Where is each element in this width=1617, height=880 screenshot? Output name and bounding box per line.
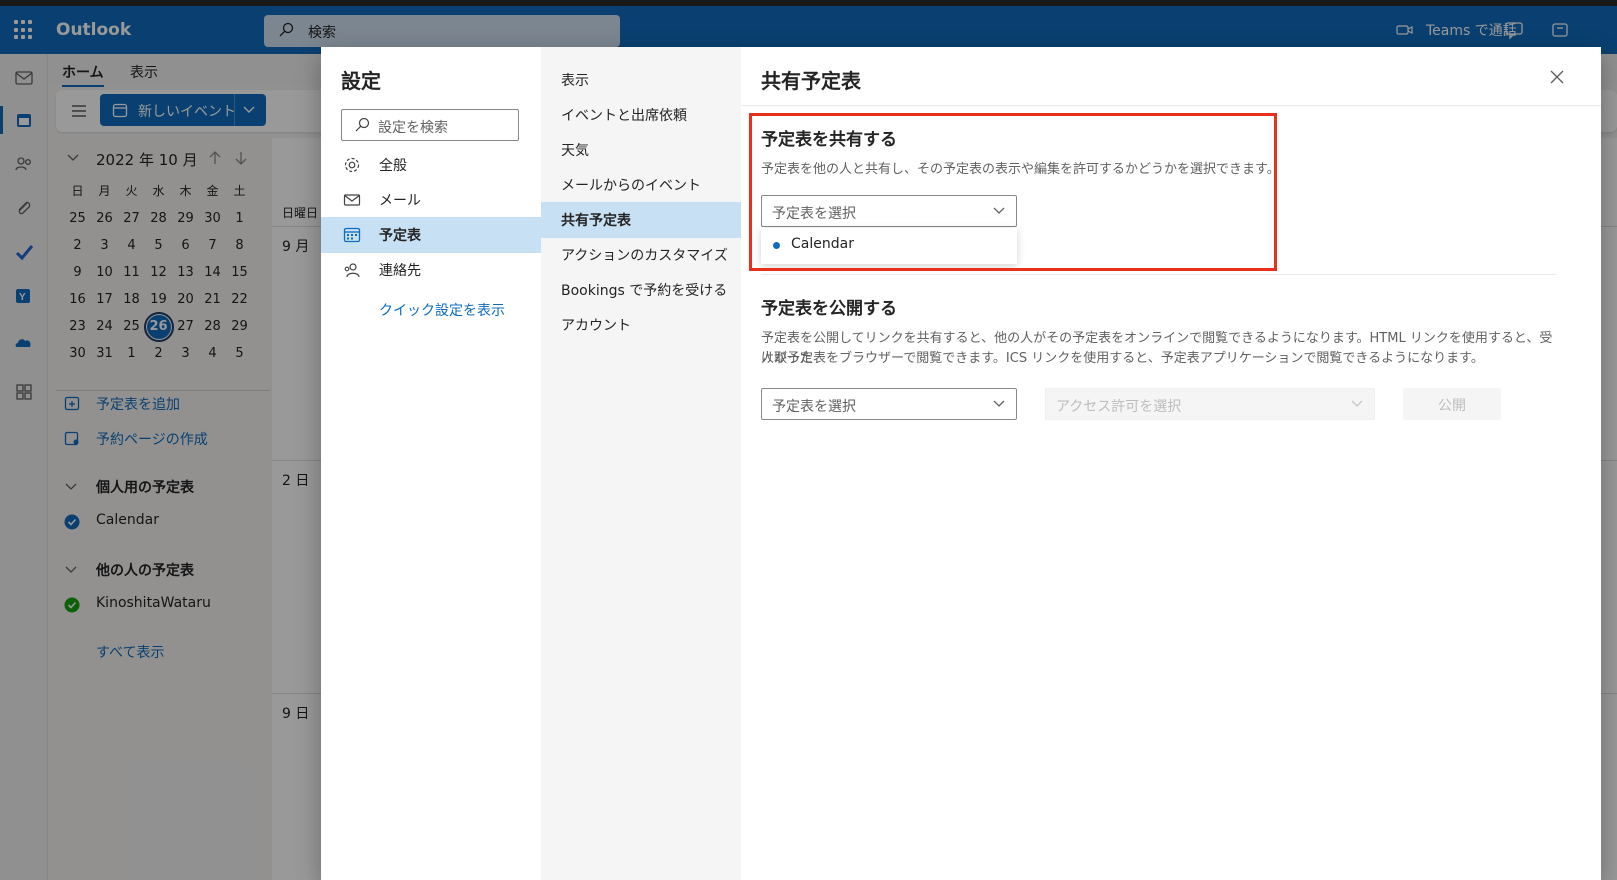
settings-dialog: 設定 設定を検索 全般 メール 予定表 連絡先 クイック設定を表示 表示 イベン… (321, 47, 1601, 880)
settings-category-label: メール (379, 193, 421, 209)
subcategory-label: イベントと出席依頼 (561, 108, 687, 124)
subcategory-item[interactable]: 天気 (541, 132, 741, 168)
chevron-down-icon (993, 400, 1005, 407)
quick-settings-link[interactable]: クイック設定を表示 (379, 300, 505, 320)
settings-subcategories: 表示 イベントと出席依頼 天気 メールからのイベント 共有予定表 アクションのカ… (541, 47, 741, 880)
subcategory-label: アクションのカスタマイズ (561, 248, 728, 264)
publish-description-line2: 人が予定表をブラウザーで閲覧できます。ICS リンクを使用すると、予定表アプリケ… (761, 351, 1484, 366)
publish-permission-dropdown[interactable]: アクセス許可を選択 (1045, 388, 1375, 420)
mail-icon (343, 194, 361, 206)
subcategory-item[interactable]: メールからのイベント (541, 167, 741, 203)
subcategory-item[interactable]: Bookings で予約を受ける (541, 272, 741, 308)
settings-category-label: 予定表 (379, 228, 421, 244)
publish-button[interactable]: 公開 (1403, 388, 1501, 420)
dropdown-placeholder: 予定表を選択 (772, 399, 856, 415)
subcategory-item[interactable]: アカウント (541, 307, 741, 343)
subcategory-label: メールからのイベント (561, 178, 701, 194)
settings-category-label: 全般 (379, 158, 407, 174)
gear-icon (344, 157, 360, 173)
subcategory-label: 天気 (561, 143, 589, 159)
publish-heading: 予定表を公開する (761, 299, 897, 319)
highlight-box (749, 113, 1277, 271)
section-divider (761, 274, 1557, 275)
subcategory-item[interactable]: アクションのカスタマイズ (541, 237, 741, 273)
search-icon (355, 117, 370, 132)
dropdown-placeholder: アクセス許可を選択 (1056, 399, 1182, 415)
settings-category-mail[interactable]: メール (321, 182, 541, 218)
close-icon[interactable] (1547, 67, 1567, 87)
panel-title: 共有予定表 (761, 69, 861, 93)
publish-button-label: 公開 (1438, 398, 1466, 414)
settings-categories: 設定 設定を検索 全般 メール 予定表 連絡先 クイック設定を表示 (321, 47, 541, 880)
settings-category-label: 連絡先 (379, 263, 421, 279)
chevron-down-icon (1351, 400, 1363, 407)
subcategory-label: 共有予定表 (561, 213, 631, 229)
panel-divider (741, 105, 1601, 106)
calendar-icon (343, 227, 361, 243)
subcategory-item-shared-calendars[interactable]: 共有予定表 (541, 202, 741, 238)
subcategory-label: Bookings で予約を受ける (561, 283, 728, 299)
settings-title: 設定 (341, 69, 381, 93)
settings-search-placeholder: 設定を検索 (378, 120, 448, 136)
settings-category-people[interactable]: 連絡先 (321, 252, 541, 288)
subcategory-item[interactable]: 表示 (541, 62, 741, 98)
settings-search-input[interactable]: 設定を検索 (341, 109, 519, 141)
settings-category-calendar[interactable]: 予定表 (321, 217, 541, 253)
settings-category-general[interactable]: 全般 (321, 147, 541, 183)
subcategory-label: アカウント (561, 318, 631, 334)
people-icon (344, 263, 360, 278)
subcategory-label: 表示 (561, 73, 589, 89)
settings-panel: 共有予定表 予定表を共有する 予定表を他の人と共有し、その予定表の表示や編集を許… (741, 47, 1601, 880)
subcategory-item[interactable]: イベントと出席依頼 (541, 97, 741, 133)
publish-calendar-dropdown[interactable]: 予定表を選択 (761, 388, 1017, 420)
